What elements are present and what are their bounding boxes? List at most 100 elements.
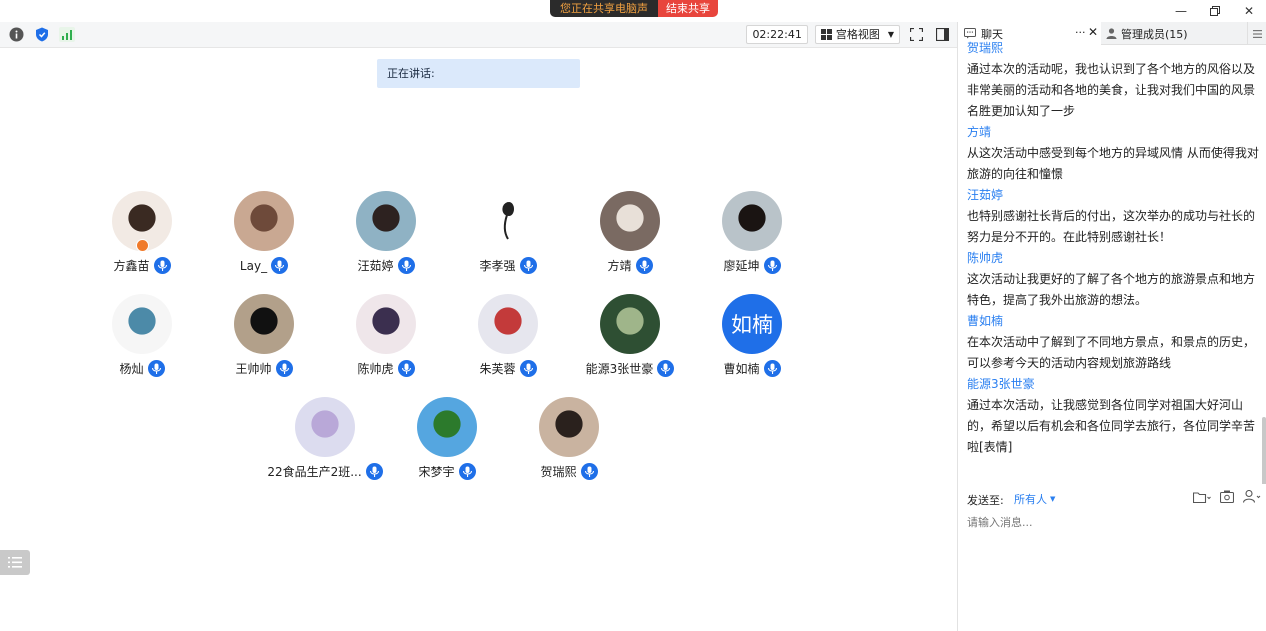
microphone-icon[interactable]: [275, 360, 293, 377]
participant-name-row: 廖延坤: [691, 257, 813, 274]
participant-name: 王帅帅: [235, 362, 272, 376]
view-mode-dropdown[interactable]: 宫格视图 ▼: [814, 25, 900, 44]
minimize-icon[interactable]: —: [1164, 0, 1198, 22]
speaking-indicator: 正在讲话:: [377, 59, 580, 88]
participant-avatar: [600, 294, 660, 354]
message-sender[interactable]: 汪茹婷: [967, 185, 1259, 206]
participant-name-row: 杨灿: [81, 360, 203, 377]
microphone-icon[interactable]: [458, 463, 476, 480]
participant-tile[interactable]: 朱芙蓉: [447, 294, 569, 384]
shield-icon[interactable]: [33, 26, 50, 43]
message-input[interactable]: [967, 512, 1257, 532]
microphone-icon[interactable]: [519, 360, 537, 377]
close-tab-icon[interactable]: ✕: [1088, 25, 1098, 39]
list-toggle-icon[interactable]: [0, 550, 30, 575]
send-row: 发送至: 所有人 ▼: [958, 484, 1266, 512]
message-text: 从这次活动中感受到每个地方的异域风情 从而使得我对旅游的向往和憧憬: [967, 146, 1259, 181]
participant-tile[interactable]: 能源3张世豪: [569, 294, 691, 384]
fullscreen-icon[interactable]: [907, 25, 926, 44]
participant-tile[interactable]: 陈帅虎: [325, 294, 447, 384]
meeting-window: 您正在共享电脑声音 结束共享 — ✕ 02:22:41: [0, 0, 1266, 631]
send-target-label: 所有人: [1014, 493, 1047, 506]
participant-tile[interactable]: 杨灿: [81, 294, 203, 384]
message-sender[interactable]: 曹如楠: [967, 311, 1259, 332]
participant-avatar: [356, 294, 416, 354]
send-to-label: 发送至:: [967, 494, 1004, 507]
chat-scrollbar[interactable]: [1261, 45, 1266, 505]
participant-name-row: 22食品生产2班...: [264, 463, 386, 480]
participant-tile[interactable]: Lay_: [203, 191, 325, 281]
participant-name-row: Lay_: [203, 257, 325, 274]
participant-name-row: 陈帅虎: [325, 360, 447, 377]
microphone-icon[interactable]: [397, 360, 415, 377]
participant-tile[interactable]: 李孝强: [447, 191, 569, 281]
folder-icon[interactable]: [1192, 491, 1211, 506]
window-controls: — ✕: [1164, 0, 1266, 22]
microphone-icon[interactable]: [271, 257, 289, 274]
message-sender[interactable]: 陈帅虎: [967, 248, 1259, 269]
chevron-down-icon: ▼: [887, 30, 894, 39]
participant-tile[interactable]: 方靖: [569, 191, 691, 281]
participant-avatar: [417, 397, 477, 457]
close-icon[interactable]: ✕: [1232, 0, 1266, 22]
send-target-dropdown[interactable]: 所有人 ▼: [1014, 491, 1055, 507]
microphone-icon[interactable]: [147, 360, 165, 377]
microphone-icon[interactable]: [365, 463, 383, 480]
restore-icon[interactable]: [1198, 0, 1232, 22]
microphone-icon[interactable]: [763, 257, 781, 274]
participant-tile[interactable]: 王帅帅: [203, 294, 325, 384]
participant-name: 方靖: [607, 259, 632, 273]
participant-avatar: [234, 191, 294, 251]
participant-name: 宋梦宇: [418, 465, 455, 479]
microphone-icon[interactable]: [635, 257, 653, 274]
participant-name: 方鑫苗: [113, 259, 150, 273]
chat-panel: 聊天 ··· ✕ 管理成员(15) 贺瑞熙 通过本次的活动呢，我也认识到了各个地方…: [957, 22, 1266, 631]
microphone-icon[interactable]: [763, 360, 781, 377]
message-sender[interactable]: 贺瑞熙: [967, 38, 1259, 59]
share-banner: 您正在共享电脑声音 结束共享: [550, 0, 718, 17]
participant-name-row: 曹如楠: [691, 360, 813, 377]
avatar-text: 如楠: [731, 313, 773, 337]
message-text: 通过本次的活动呢，我也认识到了各个地方的风俗以及非常美丽的活动和各地的美食，让我…: [967, 62, 1256, 118]
participant-tile[interactable]: 方鑫苗: [81, 191, 203, 281]
grid-icon: [820, 29, 832, 40]
participant-avatar: [539, 397, 599, 457]
microphone-icon[interactable]: [657, 360, 675, 377]
message-text: 通过本次活动，让我感觉到各位同学对祖国大好河山的，希望以后有机会和各位同学去旅行…: [967, 398, 1256, 454]
participant-name-row: 汪茹婷: [325, 257, 447, 274]
participant-tile[interactable]: 廖延坤: [691, 191, 813, 281]
message-sender[interactable]: 能源3张世豪: [967, 374, 1259, 395]
host-badge-icon: [136, 239, 149, 252]
participant-name: 汪茹婷: [357, 259, 394, 273]
microphone-icon[interactable]: [519, 257, 537, 274]
person-settings-icon[interactable]: [1242, 489, 1261, 506]
participant-avatar: [112, 294, 172, 354]
participant-name: 22食品生产2班...: [267, 465, 362, 479]
microphone-icon[interactable]: [580, 463, 598, 480]
info-icon[interactable]: [8, 26, 25, 43]
participant-name-row: 王帅帅: [203, 360, 325, 377]
participant-tile[interactable]: 贺瑞熙: [508, 397, 630, 487]
caret-down-icon: ▼: [1050, 495, 1056, 503]
participant-avatar: [600, 191, 660, 251]
participant-name: 曹如楠: [723, 362, 760, 376]
participant-name: 朱芙蓉: [479, 362, 516, 376]
participant-tile[interactable]: 如楠曹如楠: [691, 294, 813, 384]
signal-icon[interactable]: [58, 26, 75, 43]
stop-share-button[interactable]: 结束共享: [658, 0, 718, 17]
participant-name: 李孝强: [479, 259, 516, 273]
meeting-toolbar: 02:22:41 宫格视图 ▼: [0, 22, 958, 48]
participant-name-row: 贺瑞熙: [508, 463, 630, 480]
participant-avatar: [295, 397, 355, 457]
screenshot-icon[interactable]: [1219, 490, 1235, 506]
share-status: 您正在共享电脑声音: [550, 0, 658, 17]
participant-tile[interactable]: 宋梦宇: [386, 397, 508, 487]
message-text: 也特别感谢社长背后的付出，这次举办的成功与社长的努力是分不开的。在此特别感谢社长…: [967, 209, 1256, 244]
participant-tile[interactable]: 22食品生产2班...: [264, 397, 386, 487]
participant-tile[interactable]: 汪茹婷: [325, 191, 447, 281]
sidebar-toggle-icon[interactable]: [933, 25, 952, 44]
microphone-icon[interactable]: [397, 257, 415, 274]
microphone-icon[interactable]: [153, 257, 171, 274]
message-sender[interactable]: 方靖: [967, 122, 1259, 143]
participant-name: 杨灿: [119, 362, 144, 376]
